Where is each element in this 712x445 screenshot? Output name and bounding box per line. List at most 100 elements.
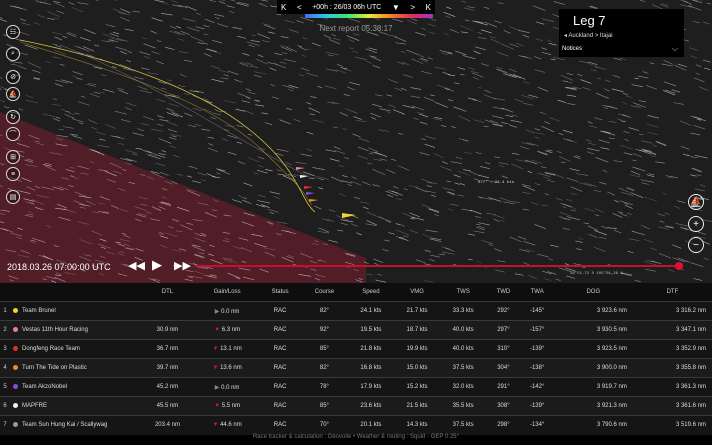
twd-value: 291°: [497, 384, 510, 390]
loss-arrow-icon: ▼: [212, 346, 219, 352]
gain-loss-value: 0.0 nm: [221, 384, 240, 391]
boat-marker-akzonobel[interactable]: [306, 192, 315, 195]
gain-loss-cell: ▼ 13.6 nm: [195, 359, 259, 378]
cursor-coordinates: 38°51.72 S 105°51.36 W: [570, 272, 623, 276]
boat-color-dot: [12, 364, 18, 370]
speed-value: 17.9 kts: [360, 384, 382, 390]
wind-speed-scale: [305, 14, 433, 18]
table-row[interactable]: 5 Team AkzoNobel 45.2 nm ▶ 0.0 nm RAC 78° 17.9…: [0, 377, 712, 397]
team-name[interactable]: Team Brunel: [20, 302, 140, 321]
boat-marker-brunel[interactable]: [342, 213, 356, 218]
dog-value: 3 900.0 nm: [596, 365, 627, 371]
tws-value: 32.0 kts: [452, 384, 474, 390]
grid-icon[interactable]: ⊞: [6, 150, 20, 164]
column-header[interactable]: Status: [259, 283, 301, 302]
twa-value: -138°: [529, 365, 545, 371]
table-row[interactable]: 1 Team Brunel ▶ 0.0 nm RAC 82° 24.1 kts 21.7 k…: [0, 301, 712, 321]
vmg-value: 21.5 kts: [406, 403, 428, 409]
fleet-icon[interactable]: ☷: [6, 25, 20, 39]
column-header[interactable]: Gain/Loss: [194, 283, 260, 302]
gain-loss-value: 13.1 nm: [220, 346, 242, 352]
gain-loss-cell: ▶ 0.0 nm: [195, 378, 259, 397]
layers-icon[interactable]: ⌒: [6, 127, 20, 141]
table-row[interactable]: 7 Team Sun Hung Kai / Scallywag 203.4 nm ▼ …: [0, 415, 712, 435]
column-header[interactable]: VMG: [393, 283, 441, 302]
notices-dropdown[interactable]: Notices: [562, 46, 582, 52]
playback-date: 2018.03.26 07:00:00 UTC: [7, 262, 111, 272]
loss-arrow-icon: ▼: [212, 365, 219, 371]
status-value: RAC: [273, 308, 287, 314]
dtf-value: 3 347.1 nm: [675, 327, 706, 333]
boat-marker-turn-the-tide[interactable]: [309, 199, 318, 202]
table-row[interactable]: 6 MAPFRE 45.5 nm ▼ 5.5 nm RAC 85° 23.6 kts 21.5…: [0, 396, 712, 416]
previous-report-button[interactable]: <: [297, 3, 302, 12]
rewind-button[interactable]: ◀◀: [128, 259, 145, 272]
gain-loss-value: 13.6 nm: [220, 365, 242, 371]
boat-marker-mapfre[interactable]: [300, 175, 309, 178]
gain-loss-cell: ▼ 44.6 nm: [195, 416, 259, 435]
team-name[interactable]: Team AkzoNobel: [20, 378, 140, 397]
status-value: RAC: [273, 422, 287, 429]
table-row[interactable]: 3 Dongfeng Race Team 36.7 nm ▼ 13.1 nm RAC 85…: [0, 339, 712, 359]
boat-marker-vestas[interactable]: [296, 167, 305, 170]
timeline-track[interactable]: [195, 265, 678, 267]
column-header[interactable]: [10, 283, 20, 302]
wind-icon[interactable]: ↻: [6, 110, 20, 124]
column-header[interactable]: [20, 283, 140, 302]
team-name[interactable]: Dongfeng Race Team: [20, 340, 140, 359]
column-header[interactable]: Speed: [347, 283, 394, 302]
loss-arrow-icon: ▼: [212, 422, 219, 429]
zoom-in-icon[interactable]: +: [688, 216, 704, 232]
team-name[interactable]: Team Sun Hung Kai / Scallywag: [20, 416, 140, 435]
last-report-button[interactable]: K: [426, 3, 431, 12]
twd-value: 310°: [497, 346, 510, 352]
dtl-value: [140, 302, 195, 321]
twd-value: 298°: [497, 422, 510, 429]
team-name[interactable]: Vestas 11th Hour Racing: [20, 321, 140, 340]
fast-forward-button[interactable]: ▶▶: [174, 259, 191, 272]
rank: 4: [3, 365, 7, 371]
boat-color-dot-cell: [10, 321, 20, 340]
column-header[interactable]: DTF: [632, 283, 712, 302]
column-header[interactable]: Course: [301, 283, 348, 302]
list-icon[interactable]: ≡: [6, 167, 20, 181]
sail-icon[interactable]: ⛵: [688, 194, 704, 210]
speed-value: 16.8 kts: [360, 365, 382, 371]
team-name[interactable]: Turn The Tide on Plastic: [20, 359, 140, 378]
status-value: RAC: [273, 384, 287, 390]
table-row[interactable]: 4 Turn The Tide on Plastic 39.7 nm ▼ 13.6 n…: [0, 358, 712, 378]
course-value: 85°: [319, 403, 329, 409]
chart-icon[interactable]: ▤: [6, 190, 20, 204]
zoom-out-icon[interactable]: −: [688, 237, 704, 253]
gain-loss-value: 0.0 nm: [221, 308, 240, 315]
boat-icon[interactable]: ⛵: [6, 87, 20, 101]
timeline-handle[interactable]: [675, 262, 683, 270]
play-button[interactable]: ▶: [152, 257, 162, 273]
gain-loss-value: 44.6 nm: [220, 422, 242, 429]
boat-color-dot-cell: [10, 416, 20, 435]
time-dropdown-icon[interactable]: ▼: [392, 3, 400, 12]
dtl-value: 36.7 nm: [156, 346, 179, 352]
chevron-down-icon[interactable]: ⌵: [672, 44, 678, 54]
gain-loss-cell: ▶ 0.0 nm: [195, 302, 259, 321]
first-report-button[interactable]: K: [281, 3, 286, 12]
next-report-button[interactable]: >: [410, 3, 415, 12]
leg-route[interactable]: ◂ Auckland > Itajai: [564, 32, 613, 39]
measure-icon[interactable]: ⊘: [6, 70, 20, 84]
team-name[interactable]: MAPFRE: [20, 397, 140, 416]
time-offset-label[interactable]: +00h : 26/03 06h UTC: [312, 4, 381, 11]
leg-panel[interactable]: Leg 7 ◂ Auckland > Itajai Notices ⌵: [559, 9, 684, 57]
dog-value: 3 921.3 nm: [596, 403, 627, 409]
column-header[interactable]: TWA: [520, 283, 554, 302]
twd-value: 308°: [497, 403, 510, 409]
boat-marker-dongfeng[interactable]: [304, 186, 313, 189]
boat-color-dot: [12, 402, 18, 408]
table-row[interactable]: 2 Vestas 11th Hour Racing 30.9 nm ▼ 6.3 nm R…: [0, 320, 712, 340]
zoom-search-icon[interactable]: ⌕: [6, 47, 20, 61]
boat-color-dot-cell: [10, 378, 20, 397]
column-header[interactable]: TWS: [440, 283, 487, 302]
column-header[interactable]: TWD: [486, 283, 521, 302]
column-header[interactable]: [0, 283, 10, 302]
column-header[interactable]: DOG: [553, 283, 633, 302]
column-header[interactable]: DTL: [140, 283, 195, 302]
